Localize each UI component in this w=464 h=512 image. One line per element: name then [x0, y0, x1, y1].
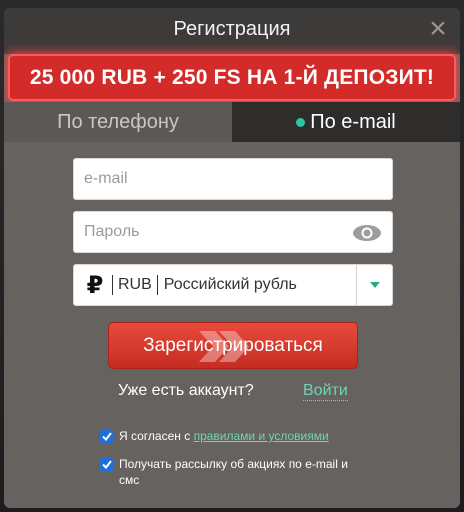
password-field-wrapper — [73, 211, 393, 253]
registration-form: ₽ RUB Российский рубль — [73, 158, 393, 317]
terms-text: Я согласен с правилами и условиями — [119, 428, 329, 444]
email-field-wrapper — [73, 158, 393, 200]
login-row: Уже есть аккаунт? Войти — [4, 380, 460, 404]
tab-email-label: По e-mail — [310, 110, 396, 133]
have-account-text: Уже есть аккаунт? — [118, 382, 254, 399]
email-field[interactable] — [74, 159, 392, 199]
currency-dropdown-button[interactable] — [356, 265, 392, 305]
login-link[interactable]: Войти — [303, 382, 348, 401]
active-dot-icon — [296, 117, 306, 127]
check-icon — [101, 460, 112, 469]
tab-phone-label: По телефону — [57, 110, 179, 133]
tab-email[interactable]: По e-mail — [232, 102, 460, 142]
tab-phone[interactable]: По телефону — [4, 102, 232, 142]
terms-checkbox[interactable] — [100, 430, 113, 443]
register-button-label: Зарегистрироваться — [143, 334, 323, 356]
check-icon — [101, 432, 112, 441]
promo-banner: 25 000 RUB + 250 FS НА 1-Й ДЕПОЗИТ! — [8, 54, 456, 101]
currency-code: RUB — [112, 275, 158, 295]
registration-modal: Регистрация × 25 000 RUB + 250 FS НА 1-Й… — [4, 8, 460, 508]
terms-agreement: Я согласен с правилами и условиями — [100, 428, 360, 444]
ruble-icon: ₽ — [86, 271, 104, 299]
currency-select[interactable]: ₽ RUB Российский рубль — [73, 264, 393, 306]
newsletter-text: Получать рассылку об акциях по e-mail и … — [119, 457, 348, 487]
currency-name: Российский рубль — [163, 276, 297, 293]
newsletter-checkbox[interactable] — [100, 458, 113, 471]
terms-prefix: Я согласен с — [119, 429, 191, 443]
password-field[interactable] — [74, 212, 392, 252]
modal-header: Регистрация × — [4, 8, 460, 54]
terms-link[interactable]: правилами и условиями — [194, 429, 329, 443]
registration-tabs: По телефону По e-mail — [4, 102, 460, 142]
register-button[interactable]: Зарегистрироваться — [108, 322, 358, 369]
chevron-down-icon — [369, 282, 380, 288]
modal-title: Регистрация — [173, 18, 291, 40]
close-icon[interactable]: × — [424, 14, 452, 44]
newsletter-agreement: Получать рассылку об акциях по e-mail и … — [100, 456, 360, 488]
eye-icon[interactable] — [352, 224, 382, 242]
